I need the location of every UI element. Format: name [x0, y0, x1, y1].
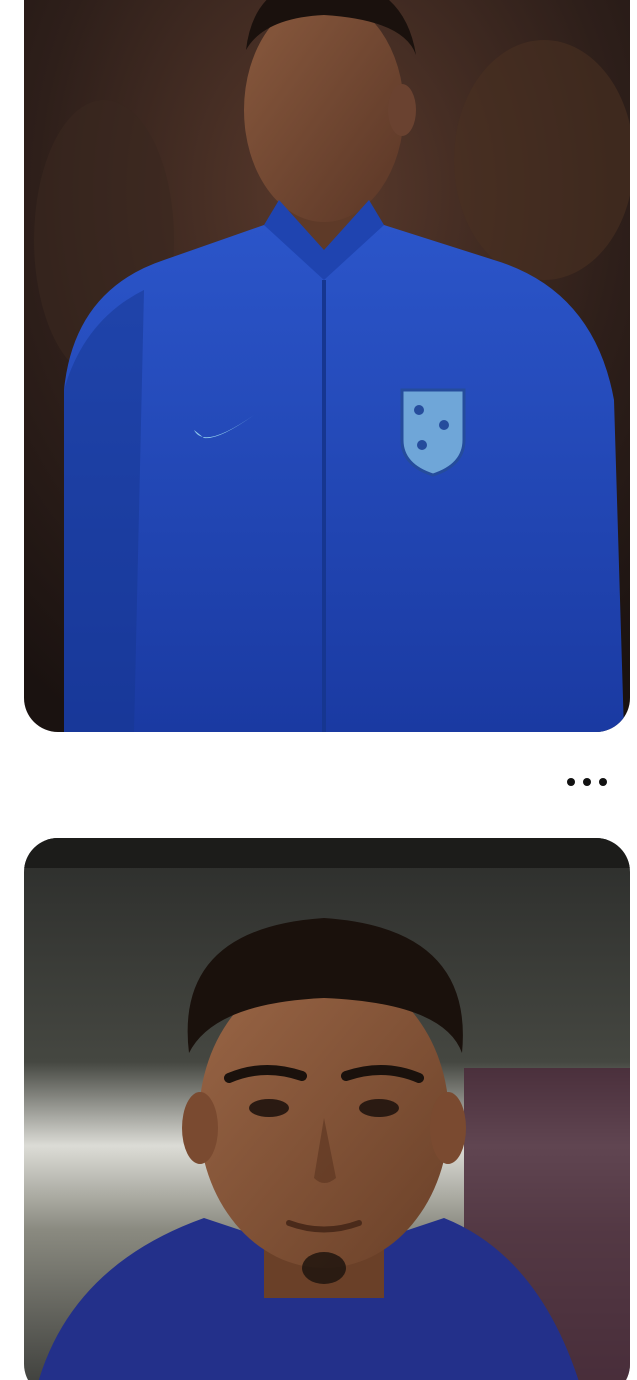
image-feed — [0, 0, 637, 1380]
more-horizontal-icon — [583, 778, 591, 786]
more-horizontal-icon — [599, 778, 607, 786]
more-options-button[interactable] — [557, 764, 617, 800]
post-image-player-jacket[interactable] — [24, 0, 630, 732]
post-image-player-headshot[interactable] — [24, 838, 630, 1380]
player-portrait-photo — [24, 0, 630, 732]
player-headshot-photo — [24, 838, 630, 1380]
more-horizontal-icon — [567, 778, 575, 786]
